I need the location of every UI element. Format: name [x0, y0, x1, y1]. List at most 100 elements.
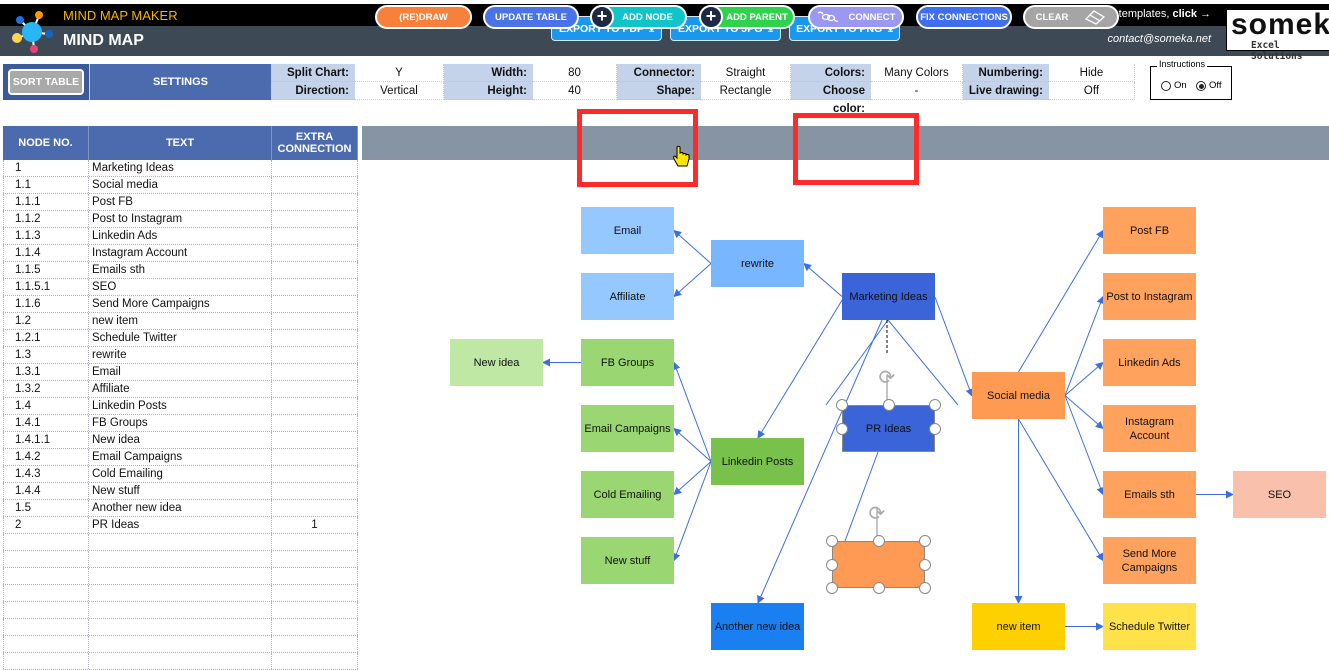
- extra-connection-cell[interactable]: [272, 364, 358, 380]
- node-no-cell[interactable]: [3, 585, 89, 601]
- connect-button[interactable]: CONNECT: [808, 5, 904, 29]
- text-cell[interactable]: Post to Instagram: [89, 211, 272, 227]
- table-row[interactable]: 1.1 Social media: [3, 177, 358, 194]
- text-cell[interactable]: PR Ideas: [89, 517, 272, 533]
- mindmap-node-liposts[interactable]: Linkedin Posts: [711, 438, 804, 485]
- extra-connection-cell[interactable]: [272, 653, 358, 669]
- text-cell[interactable]: [89, 602, 272, 618]
- mindmap-node-newidea[interactable]: New idea: [450, 339, 543, 386]
- text-cell[interactable]: Email Campaigns: [89, 449, 272, 465]
- text-cell[interactable]: Emails sth: [89, 262, 272, 278]
- mindmap-node-sendmore[interactable]: Send More Campaigns: [1103, 537, 1196, 584]
- mindmap-node-emails[interactable]: Emails sth: [1103, 471, 1196, 518]
- pr-node-resize-handle[interactable]: [836, 422, 848, 435]
- table-row[interactable]: 1.1.3 Linkedin Ads: [3, 228, 358, 245]
- extra-connection-cell[interactable]: [272, 602, 358, 618]
- extra-connection-cell[interactable]: [272, 211, 358, 227]
- mindmap-node-twitter[interactable]: Schedule Twitter: [1103, 603, 1196, 650]
- mindmap-node-affiliate[interactable]: Affiliate: [581, 273, 674, 320]
- node-no-cell[interactable]: 1.3.1: [3, 364, 89, 380]
- text-cell[interactable]: [89, 636, 272, 652]
- update-table-button[interactable]: UPDATE TABLE: [483, 5, 579, 29]
- mindmap-node-email[interactable]: Email: [581, 207, 674, 254]
- add-node-button[interactable]: + ADD NODE: [590, 5, 687, 29]
- table-row[interactable]: 1.4 Linkedin Posts: [3, 398, 358, 415]
- table-row[interactable]: 1.3.1 Email: [3, 364, 358, 381]
- text-cell[interactable]: Post FB: [89, 194, 272, 210]
- split-chart-value[interactable]: Y: [355, 64, 444, 82]
- text-cell[interactable]: Marketing Ideas: [89, 160, 272, 176]
- text-cell[interactable]: Send More Campaigns: [89, 296, 272, 312]
- new-shape-resize-handle[interactable]: [826, 535, 838, 547]
- extra-connection-cell[interactable]: [272, 415, 358, 431]
- mindmap-node-social[interactable]: Social media: [972, 372, 1065, 419]
- connector-value[interactable]: Straight: [701, 64, 791, 82]
- text-cell[interactable]: [89, 534, 272, 550]
- someka-logo[interactable]: someka Excel Solutions: [1226, 8, 1329, 62]
- table-row[interactable]: [3, 602, 358, 619]
- width-value[interactable]: 80: [533, 64, 617, 82]
- node-no-cell[interactable]: 1.1.5: [3, 262, 89, 278]
- contact-email[interactable]: contact@someka.net: [1108, 33, 1212, 45]
- table-row[interactable]: 1.1.4 Instagram Account: [3, 245, 358, 262]
- height-value[interactable]: 40: [533, 82, 617, 100]
- extra-connection-cell[interactable]: [272, 228, 358, 244]
- table-row[interactable]: 1.5 Another new idea: [3, 500, 358, 517]
- extra-connection-cell[interactable]: [272, 619, 358, 635]
- node-no-cell[interactable]: [3, 619, 89, 635]
- node-no-cell[interactable]: 1.1.2: [3, 211, 89, 227]
- node-no-cell[interactable]: 1.1: [3, 177, 89, 193]
- table-row[interactable]: 1.1.1 Post FB: [3, 194, 358, 211]
- extra-connection-cell[interactable]: [272, 313, 358, 329]
- table-row[interactable]: 1.4.2 Email Campaigns: [3, 449, 358, 466]
- promo-link[interactable]: click →: [1172, 8, 1211, 20]
- table-row[interactable]: 1 Marketing Ideas: [3, 160, 358, 177]
- choose-color-value[interactable]: -: [871, 82, 963, 100]
- table-row[interactable]: 1.4.4 New stuff: [3, 483, 358, 500]
- new-shape-resize-handle[interactable]: [919, 558, 931, 571]
- new-shape-resize-handle[interactable]: [872, 535, 885, 547]
- text-cell[interactable]: Linkedin Posts: [89, 398, 272, 414]
- mindmap-node-pr[interactable]: PR Ideas: [842, 405, 935, 452]
- text-cell[interactable]: [89, 551, 272, 567]
- mindmap-node-another[interactable]: Another new idea: [711, 603, 804, 650]
- direction-value[interactable]: Vertical: [355, 82, 444, 100]
- numbering-value[interactable]: Hide: [1049, 64, 1135, 82]
- mindmap-node-marketing[interactable]: Marketing Ideas: [842, 273, 935, 320]
- table-row[interactable]: [3, 568, 358, 585]
- mindmap-node-igacc[interactable]: Instagram Account: [1103, 405, 1196, 452]
- new-shape-resize-handle[interactable]: [919, 535, 931, 547]
- table-row[interactable]: 1.1.5.1 SEO: [3, 279, 358, 296]
- clear-button[interactable]: CLEAR: [1023, 5, 1119, 29]
- mindmap-node-liads[interactable]: Linkedin Ads: [1103, 339, 1196, 386]
- mindmap-node-postfb[interactable]: Post FB: [1103, 207, 1196, 254]
- node-no-cell[interactable]: 1.2.1: [3, 330, 89, 346]
- table-row[interactable]: 2 PR Ideas 1: [3, 517, 358, 534]
- node-no-cell[interactable]: 1.4: [3, 398, 89, 414]
- extra-connection-cell[interactable]: [272, 245, 358, 261]
- node-no-cell[interactable]: 1.3.2: [3, 381, 89, 397]
- table-row[interactable]: [3, 653, 358, 670]
- mindmap-node-rewrite[interactable]: rewrite: [711, 240, 804, 287]
- node-no-cell[interactable]: [3, 534, 89, 550]
- rotate-handle-icon[interactable]: ⟳: [869, 501, 886, 526]
- table-row[interactable]: 1.1.2 Post to Instagram: [3, 211, 358, 228]
- extra-connection-cell[interactable]: [272, 585, 358, 601]
- extra-connection-cell[interactable]: [272, 449, 358, 465]
- pr-node-resize-handle[interactable]: [929, 422, 941, 435]
- extra-connection-cell[interactable]: [272, 568, 358, 584]
- table-row[interactable]: 1.4.1 FB Groups: [3, 415, 358, 432]
- text-cell[interactable]: FB Groups: [89, 415, 272, 431]
- table-row[interactable]: [3, 585, 358, 602]
- node-no-cell[interactable]: 1.1.4: [3, 245, 89, 261]
- text-cell[interactable]: Schedule Twitter: [89, 330, 272, 346]
- extra-connection-cell[interactable]: [272, 398, 358, 414]
- table-row[interactable]: 1.1.5 Emails sth: [3, 262, 358, 279]
- text-cell[interactable]: [89, 653, 272, 669]
- node-no-cell[interactable]: 1.2: [3, 313, 89, 329]
- instructions-off-radio[interactable]: Off: [1196, 80, 1222, 91]
- node-no-cell[interactable]: 1.4.4: [3, 483, 89, 499]
- extra-connection-cell[interactable]: [272, 432, 358, 448]
- extra-connection-cell[interactable]: [272, 177, 358, 193]
- extra-connection-cell[interactable]: [272, 483, 358, 499]
